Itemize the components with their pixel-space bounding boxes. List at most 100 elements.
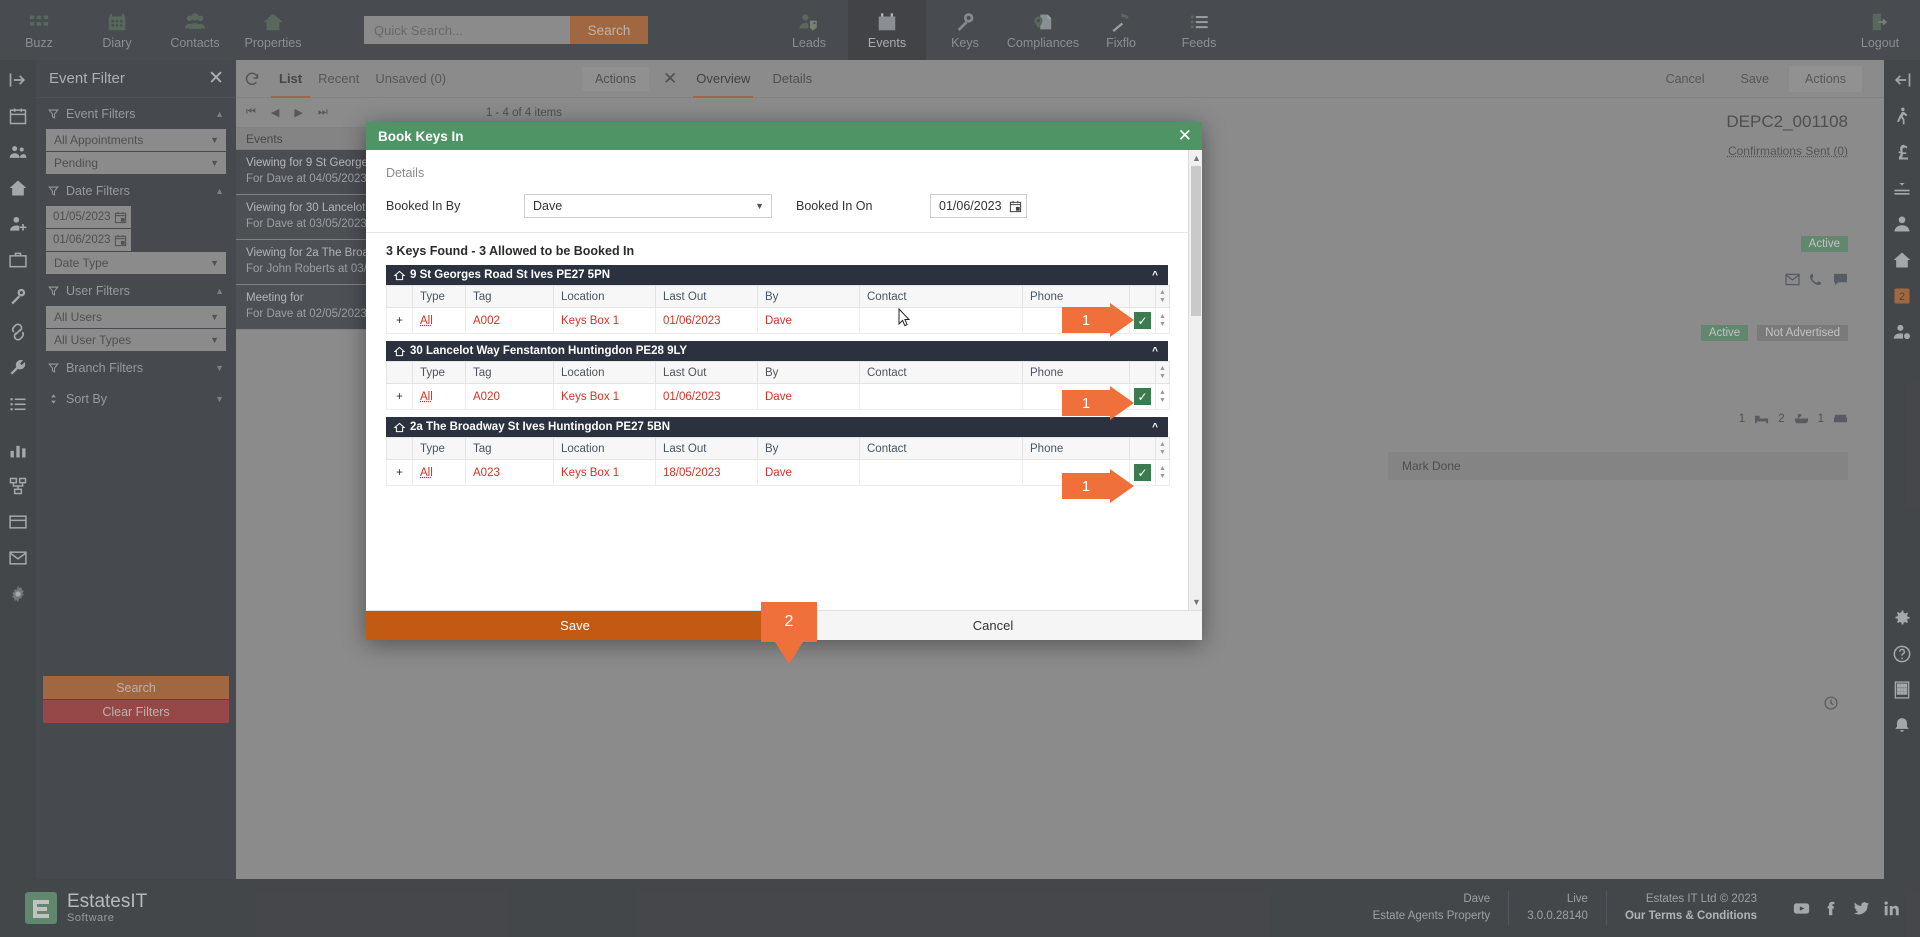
expand-row-button[interactable]: + (387, 308, 413, 334)
scrollbar-thumb[interactable] (1191, 166, 1201, 316)
scroll-up-icon[interactable]: ▲ (1192, 154, 1200, 162)
expand-row-button[interactable]: + (387, 460, 413, 486)
cell-phone (1023, 308, 1130, 334)
cell-tag: A023 (466, 460, 554, 486)
col-spinner: ▲▼ (1156, 438, 1170, 460)
row-select-checkbox-cell[interactable]: ✓ (1130, 308, 1156, 334)
chevron-up-icon[interactable]: ^ (1152, 422, 1158, 433)
house-icon (394, 270, 405, 281)
row-select-checkbox-cell[interactable]: ✓ (1130, 384, 1156, 410)
check-icon[interactable]: ✓ (1134, 312, 1151, 329)
cell-last-out: 01/06/2023 (656, 308, 758, 334)
table-row[interactable]: + All A002 Keys Box 1 01/06/2023 Dave ✓ … (387, 308, 1170, 334)
col-tag: Tag (466, 438, 554, 460)
chevron-up-icon[interactable]: ^ (1152, 270, 1158, 281)
dialog-body: Details Booked In By Dave ▼ Booked In On… (366, 150, 1202, 610)
dialog-header: Book Keys In ✕ (366, 122, 1202, 150)
chevron-up-icon[interactable]: ^ (1152, 346, 1158, 357)
dialog-footer: Save Cancel (366, 610, 1202, 640)
booked-in-form-row: Booked In By Dave ▼ Booked In On 01/06/2… (386, 194, 1168, 218)
col-phone: Phone (1023, 362, 1130, 384)
cell-by: Dave (758, 460, 860, 486)
spinner-icon[interactable]: ▲▼ (1156, 438, 1169, 459)
col-by: By (758, 438, 860, 460)
col-location: Location (554, 362, 656, 384)
book-keys-in-dialog: Book Keys In ✕ Details Booked In By Dave… (366, 122, 1202, 640)
expand-row-button[interactable]: + (387, 384, 413, 410)
calendar-icon[interactable] (1009, 200, 1022, 213)
property-address: 2a The Broadway St Ives Huntingdon PE27 … (410, 421, 670, 433)
keys-table: Type Tag Location Last Out By Contact Ph… (386, 285, 1170, 334)
col-phone: Phone (1023, 438, 1130, 460)
row-spinner-cell[interactable]: ▲▼ (1156, 384, 1170, 410)
booked-in-on-date[interactable]: 01/06/2023 (930, 194, 1027, 218)
check-icon[interactable]: ✓ (1134, 464, 1151, 481)
col-select (1130, 362, 1156, 384)
chevron-down-icon: ▼ (755, 201, 764, 211)
property-group-header[interactable]: 9 St Georges Road St Ives PE27 5PN ^ (386, 265, 1168, 285)
col-select (1130, 286, 1156, 308)
cell-location: Keys Box 1 (554, 308, 656, 334)
expand-col-header (387, 286, 413, 308)
col-spinner: ▲▼ (1156, 362, 1170, 384)
scroll-down-icon[interactable]: ▼ (1192, 598, 1200, 606)
row-spinner-cell[interactable]: ▲▼ (1156, 308, 1170, 334)
row-select-checkbox-cell[interactable]: ✓ (1130, 460, 1156, 486)
booked-in-on-label: Booked In On (796, 199, 930, 213)
divider (366, 232, 1188, 233)
cell-by: Dave (758, 308, 860, 334)
property-group-header[interactable]: 2a The Broadway St Ives Huntingdon PE27 … (386, 417, 1168, 437)
cell-last-out: 18/05/2023 (656, 460, 758, 486)
col-last-out: Last Out (656, 362, 758, 384)
cell-type[interactable]: All (413, 308, 466, 334)
cell-location: Keys Box 1 (554, 384, 656, 410)
dialog-scroll-area: Details Booked In By Dave ▼ Booked In On… (366, 150, 1188, 610)
spinner-icon[interactable]: ▲▼ (1156, 362, 1169, 383)
col-contact: Contact (860, 362, 1023, 384)
cell-phone (1023, 384, 1130, 410)
spinner-icon[interactable]: ▲▼ (1156, 460, 1169, 485)
dialog-title: Book Keys In (378, 129, 464, 144)
cell-type[interactable]: All (413, 460, 466, 486)
booked-in-by-select[interactable]: Dave ▼ (524, 194, 772, 218)
save-button[interactable]: Save (366, 611, 784, 640)
col-type: Type (413, 286, 466, 308)
property-address: 30 Lancelot Way Fenstanton Huntingdon PE… (410, 345, 687, 357)
application-window: Buzz Diary Contacts Properties (0, 0, 1920, 937)
col-select (1130, 438, 1156, 460)
table-row[interactable]: + All A023 Keys Box 1 18/05/2023 Dave ✓ … (387, 460, 1170, 486)
keys-found-text: 3 Keys Found - 3 Allowed to be Booked In (386, 244, 1168, 258)
spinner-icon[interactable]: ▲▼ (1156, 286, 1169, 307)
close-icon[interactable]: ✕ (1178, 126, 1192, 146)
expand-col-header (387, 438, 413, 460)
table-row[interactable]: + All A020 Keys Box 1 01/06/2023 Dave ✓ … (387, 384, 1170, 410)
spinner-icon[interactable]: ▲▼ (1156, 308, 1169, 333)
cell-tag: A020 (466, 384, 554, 410)
col-by: By (758, 286, 860, 308)
spinner-icon[interactable]: ▲▼ (1156, 384, 1169, 409)
cell-phone (1023, 460, 1130, 486)
property-address: 9 St Georges Road St Ives PE27 5PN (410, 269, 610, 281)
col-type: Type (413, 438, 466, 460)
dialog-scrollbar[interactable]: ▲ ▼ (1188, 150, 1202, 610)
date-value: 01/06/2023 (939, 199, 1002, 213)
cell-contact (860, 460, 1023, 486)
booked-in-by-label: Booked In By (386, 199, 524, 213)
cancel-button[interactable]: Cancel (784, 611, 1202, 640)
property-group-header[interactable]: 30 Lancelot Way Fenstanton Huntingdon PE… (386, 341, 1168, 361)
mouse-cursor (898, 308, 911, 327)
col-location: Location (554, 438, 656, 460)
cell-type[interactable]: All (413, 384, 466, 410)
col-spinner: ▲▼ (1156, 286, 1170, 308)
expand-col-header (387, 362, 413, 384)
col-location: Location (554, 286, 656, 308)
keys-table: Type Tag Location Last Out By Contact Ph… (386, 361, 1170, 410)
table-header-row: Type Tag Location Last Out By Contact Ph… (387, 438, 1170, 460)
row-spinner-cell[interactable]: ▲▼ (1156, 460, 1170, 486)
col-tag: Tag (466, 286, 554, 308)
cell-contact (860, 384, 1023, 410)
cell-last-out: 01/06/2023 (656, 384, 758, 410)
table-header-row: Type Tag Location Last Out By Contact Ph… (387, 286, 1170, 308)
col-type: Type (413, 362, 466, 384)
check-icon[interactable]: ✓ (1134, 388, 1151, 405)
